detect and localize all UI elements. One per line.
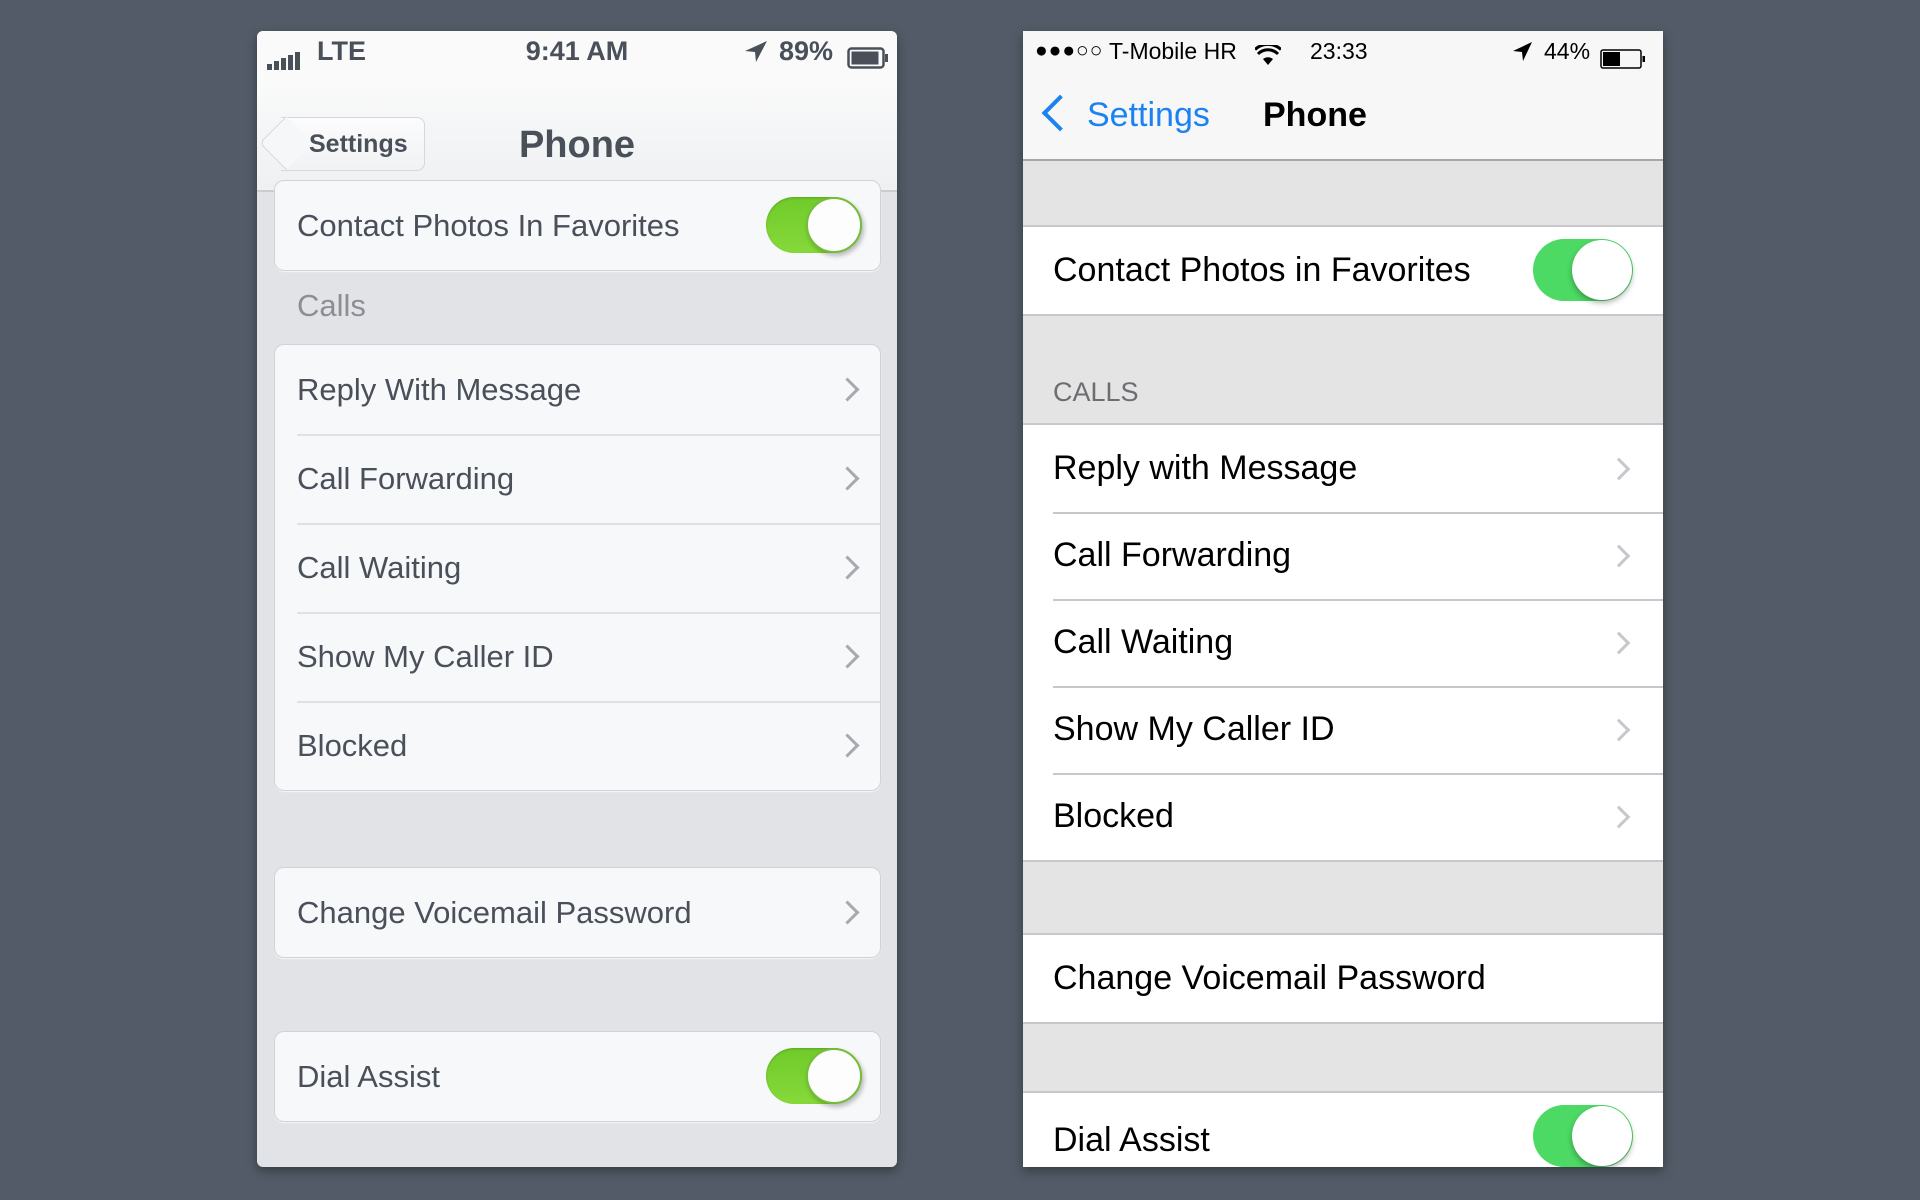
row-show-my-caller-id[interactable]: Show My Caller ID xyxy=(1023,686,1663,773)
page-title: Phone xyxy=(518,124,636,166)
row-call-forwarding[interactable]: Call Forwarding xyxy=(1023,512,1663,599)
row-label: Reply with Message xyxy=(1053,449,1358,487)
battery-percent: 44% xyxy=(1544,38,1591,64)
back-button-settings[interactable]: Settings xyxy=(1039,89,1210,141)
chevron-right-icon xyxy=(835,733,860,758)
page-title: Phone xyxy=(1263,96,1367,134)
section-header-calls: CALLS xyxy=(1053,377,1139,407)
chevron-right-icon xyxy=(1607,544,1631,568)
row-call-forwarding[interactable]: Call Forwarding xyxy=(275,434,880,523)
row-dial-assist: Dial Assist xyxy=(1023,1093,1663,1167)
row-reply-with-message[interactable]: Reply With Message xyxy=(275,345,880,434)
row-label: Blocked xyxy=(297,728,408,763)
dial-assist-group: Dial Assist xyxy=(274,1031,881,1122)
chevron-right-icon xyxy=(1607,805,1631,829)
chevron-right-icon xyxy=(1607,631,1631,655)
calls-group: Reply With Message Call Forwarding Call … xyxy=(274,344,881,791)
status-time: 23:33 xyxy=(1310,38,1368,64)
chevron-right-icon xyxy=(835,466,860,491)
toggle-knob xyxy=(1572,240,1632,300)
status-bar: LTE 9:41 AM 89% xyxy=(257,31,897,73)
row-label: Call Waiting xyxy=(297,550,462,585)
row-label: Blocked xyxy=(1053,797,1174,835)
row-call-waiting[interactable]: Call Waiting xyxy=(1023,599,1663,686)
row-label: Show My Caller ID xyxy=(1053,710,1335,748)
dial-assist-toggle[interactable] xyxy=(766,1048,862,1104)
row-label: Contact Photos In Favorites xyxy=(297,208,680,243)
toggle-knob xyxy=(806,197,862,253)
chevron-right-icon xyxy=(1607,457,1631,481)
chevron-left-icon xyxy=(1041,94,1079,132)
chevron-right-icon xyxy=(835,555,860,580)
row-contact-photos: Contact Photos In Favorites xyxy=(275,181,880,270)
row-blocked[interactable]: Blocked xyxy=(275,701,880,790)
row-label: Change Voicemail Password xyxy=(1053,959,1486,997)
chevron-right-icon xyxy=(1607,718,1631,742)
chevron-right-icon xyxy=(835,900,860,925)
favorites-group: Contact Photos In Favorites xyxy=(274,180,881,271)
row-label: Call Waiting xyxy=(1053,623,1234,661)
row-change-voicemail-password[interactable]: Change Voicemail Password xyxy=(1023,935,1663,1022)
row-label: Dial Assist xyxy=(1053,1121,1210,1159)
row-label: Call Forwarding xyxy=(1053,536,1292,574)
row-blocked[interactable]: Blocked xyxy=(1023,773,1663,860)
contact-photos-toggle[interactable] xyxy=(766,197,862,253)
row-label: Contact Photos in Favorites xyxy=(1053,251,1471,289)
contact-photos-toggle[interactable] xyxy=(1533,239,1633,301)
row-label: Show My Caller ID xyxy=(297,639,554,674)
dial-assist-group: Dial Assist xyxy=(1023,1091,1663,1167)
row-call-waiting[interactable]: Call Waiting xyxy=(275,523,880,612)
voicemail-group: Change Voicemail Password xyxy=(1023,933,1663,1024)
ios7-phone-settings-screen: ●●●○○ T-Mobile HR 23:33 44% Settings Pho… xyxy=(1023,31,1663,1167)
battery-percent: 89% xyxy=(779,36,834,66)
row-contact-photos: Contact Photos in Favorites xyxy=(1023,227,1663,314)
status-bar: ●●●○○ T-Mobile HR 23:33 44% xyxy=(1023,31,1663,71)
row-change-voicemail-password[interactable]: Change Voicemail Password xyxy=(275,868,880,957)
row-show-my-caller-id[interactable]: Show My Caller ID xyxy=(275,612,880,701)
toggle-knob xyxy=(806,1048,862,1104)
back-button-label: Settings xyxy=(1087,96,1210,134)
carrier-label: T-Mobile HR xyxy=(1109,38,1237,64)
ios6-phone-settings-screen: LTE 9:41 AM 89% Settings Phone Contact P… xyxy=(257,31,897,1167)
row-reply-with-message[interactable]: Reply with Message xyxy=(1023,425,1663,512)
navigation-bar: Settings Phone xyxy=(1023,71,1663,161)
chevron-right-icon xyxy=(835,644,860,669)
navigation-bar: Settings Phone xyxy=(257,73,897,192)
row-label: Change Voicemail Password xyxy=(297,895,692,930)
dial-assist-toggle[interactable] xyxy=(1533,1105,1633,1167)
row-dial-assist: Dial Assist xyxy=(275,1032,880,1121)
favorites-group: Contact Photos in Favorites xyxy=(1023,225,1663,316)
toggle-knob xyxy=(1572,1106,1632,1166)
signal-dots-icon: ●●●○○ xyxy=(1035,39,1104,62)
section-header-calls: Calls xyxy=(297,288,366,323)
voicemail-group: Change Voicemail Password xyxy=(274,867,881,958)
chevron-right-icon xyxy=(835,377,860,402)
row-label: Call Forwarding xyxy=(297,461,515,496)
row-label: Dial Assist xyxy=(297,1059,440,1094)
row-label: Reply With Message xyxy=(297,372,582,407)
calls-group: Reply with Message Call Forwarding Call … xyxy=(1023,423,1663,862)
